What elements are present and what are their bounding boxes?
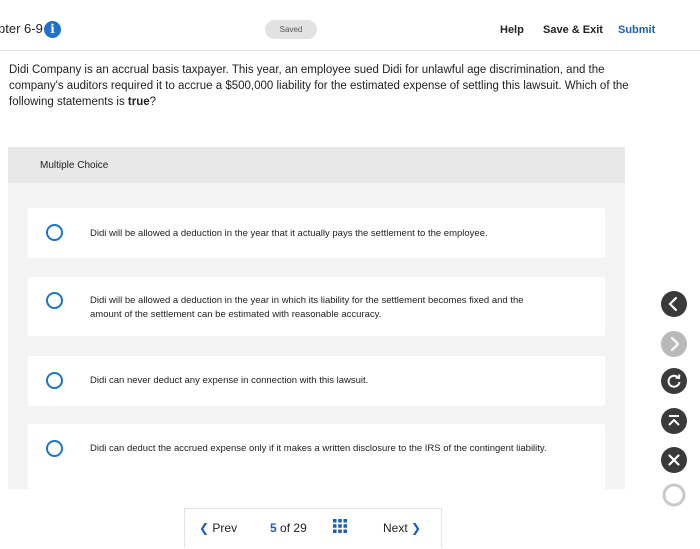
circle-icon[interactable] [661, 482, 687, 508]
question-text: Didi Company is an accrual basis taxpaye… [9, 62, 629, 110]
answer-option-label: Didi will be allowed a deduction in the … [90, 228, 488, 239]
scroll-top-icon[interactable] [661, 408, 687, 434]
total-pages: 29 [293, 521, 307, 535]
answer-option-2[interactable]: Didi will be allowed a deduction in the … [28, 277, 605, 336]
grid-icon[interactable] [333, 519, 347, 533]
prev-button[interactable]: ❮ Prev [199, 521, 237, 535]
next-label: Next [383, 521, 408, 535]
header-bar: pter 6-9 i Saved Help Save & Exit Submit [0, 8, 700, 51]
multiple-choice-panel: Multiple Choice Didi will be allowed a d… [8, 147, 625, 489]
chevron-left-icon: ❮ [199, 521, 210, 535]
next-button[interactable]: Next ❯ [383, 521, 421, 535]
radio-button[interactable] [46, 292, 63, 309]
answer-option-label: Didi can never deduct any expense in con… [90, 375, 369, 386]
chevron-right-icon: ❯ [411, 521, 422, 535]
radio-button[interactable] [46, 224, 63, 241]
radio-button[interactable] [46, 372, 63, 389]
answer-option-3[interactable]: Didi can never deduct any expense in con… [28, 356, 605, 406]
browser-top-strip [0, 0, 700, 8]
question-body: Didi Company is an accrual basis taxpaye… [9, 64, 629, 108]
current-page: 5 [270, 521, 277, 535]
info-icon[interactable]: i [44, 21, 61, 38]
chevron-left-icon[interactable] [661, 291, 687, 317]
answer-option-4[interactable]: Didi can deduct the accrued expense only… [28, 424, 605, 489]
prev-label: Prev [212, 521, 238, 535]
question-end: ? [149, 96, 157, 108]
question-emphasis: true [127, 96, 150, 108]
submit-link[interactable]: Submit [618, 24, 655, 36]
chevron-right-icon[interactable] [661, 331, 687, 357]
answer-option-label: Didi will be allowed a deduction in the … [90, 295, 524, 320]
radio-button[interactable] [46, 440, 63, 457]
help-link[interactable]: Help [500, 24, 524, 36]
saved-status-badge: Saved [265, 20, 317, 39]
save-exit-link[interactable]: Save & Exit [543, 24, 603, 36]
page-of: of [280, 521, 291, 535]
page-indicator: 5 of 29 [270, 521, 307, 535]
chapter-title: pter 6-9 [0, 21, 43, 36]
panel-header: Multiple Choice [8, 147, 625, 183]
question-navigation: ❮ Prev 5 of 29 Next ❯ [184, 508, 442, 548]
close-icon[interactable] [661, 447, 687, 473]
refresh-icon[interactable] [661, 368, 687, 394]
panel-title: Multiple Choice [40, 160, 109, 171]
answer-option-1[interactable]: Didi will be allowed a deduction in the … [28, 208, 605, 258]
answer-option-label: Didi can deduct the accrued expense only… [90, 443, 547, 454]
